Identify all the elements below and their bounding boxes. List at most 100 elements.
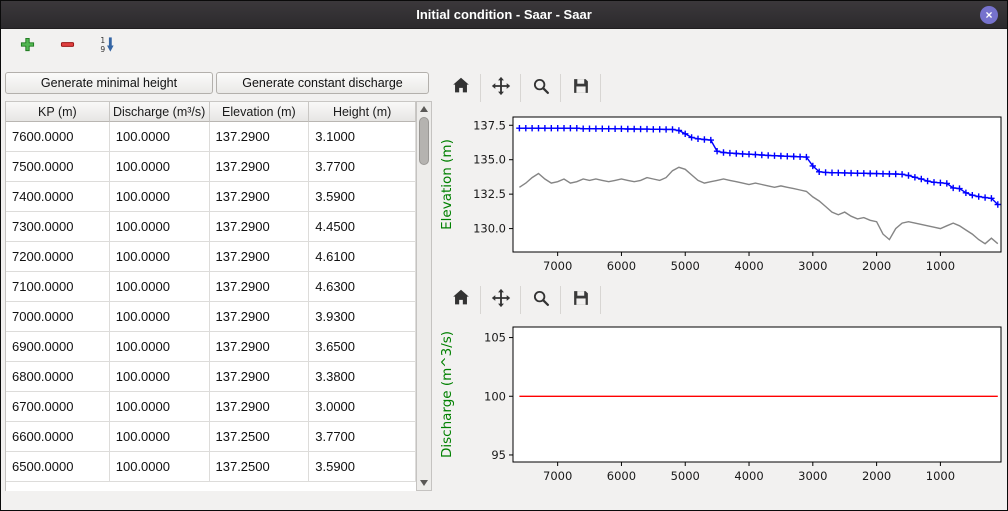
- svg-text:100: 100: [484, 389, 506, 403]
- header-cell[interactable]: KP (m): [6, 101, 110, 122]
- table-cell[interactable]: 100.0000: [110, 272, 210, 302]
- table-cell[interactable]: 137.2900: [210, 302, 310, 332]
- table-cell[interactable]: 4.6300: [309, 272, 416, 302]
- zoom-button[interactable]: [521, 74, 561, 102]
- svg-text:Elevation (m): Elevation (m): [439, 139, 455, 230]
- table-cell[interactable]: 100.0000: [110, 452, 210, 482]
- save-icon: [570, 75, 592, 102]
- table-row[interactable]: 6500.0000100.0000137.25003.5900: [6, 452, 416, 482]
- svg-text:95: 95: [491, 448, 506, 462]
- table-cell[interactable]: 6600.0000: [6, 422, 110, 452]
- table-cell[interactable]: 3.7700: [309, 152, 416, 182]
- table-cell[interactable]: 3.3800: [309, 362, 416, 392]
- table-cell[interactable]: 7300.0000: [6, 212, 110, 242]
- scroll-down-arrow-icon[interactable]: [420, 480, 428, 486]
- elevation-chart[interactable]: 7000600050004000300020001000130.0132.513…: [437, 105, 1005, 283]
- table-cell[interactable]: 137.2900: [210, 272, 310, 302]
- table-cell[interactable]: 137.2500: [210, 422, 310, 452]
- table-row[interactable]: 7000.0000100.0000137.29003.9300: [6, 302, 416, 332]
- table-cell[interactable]: 3.1000: [309, 122, 416, 152]
- table-cell[interactable]: 100.0000: [110, 242, 210, 272]
- table-cell[interactable]: 4.6100: [309, 242, 416, 272]
- pan-icon: [490, 287, 512, 314]
- home-button[interactable]: [441, 74, 481, 102]
- table-cell[interactable]: 3.9300: [309, 302, 416, 332]
- table-cell[interactable]: 100.0000: [110, 422, 210, 452]
- table-cell[interactable]: 137.2500: [210, 452, 310, 482]
- scroll-up-arrow-icon[interactable]: [420, 106, 428, 112]
- generate-minimal-height-button[interactable]: Generate minimal height: [5, 72, 213, 94]
- table-cell[interactable]: 100.0000: [110, 212, 210, 242]
- table-row[interactable]: 6700.0000100.0000137.29003.0000: [6, 392, 416, 422]
- table-cell[interactable]: 137.2900: [210, 362, 310, 392]
- table-cell[interactable]: 137.2900: [210, 392, 310, 422]
- pan-button[interactable]: [481, 74, 521, 102]
- table-row[interactable]: 7500.0000100.0000137.29003.7700: [6, 152, 416, 182]
- table-cell[interactable]: 6700.0000: [6, 392, 110, 422]
- table-cell[interactable]: 137.2900: [210, 212, 310, 242]
- zoom-button[interactable]: [521, 286, 561, 314]
- save-button[interactable]: [561, 286, 601, 314]
- pan-button[interactable]: [481, 286, 521, 314]
- table-cell[interactable]: 100.0000: [110, 122, 210, 152]
- sort-button[interactable]: 1 9: [95, 35, 119, 59]
- table-cell[interactable]: 7600.0000: [6, 122, 110, 152]
- table-cell[interactable]: 137.2900: [210, 122, 310, 152]
- svg-text:1: 1: [100, 36, 105, 45]
- table-cell[interactable]: 6900.0000: [6, 332, 110, 362]
- svg-text:135.0: 135.0: [473, 153, 506, 167]
- close-button[interactable]: ×: [980, 6, 998, 24]
- svg-text:7000: 7000: [543, 259, 572, 273]
- table-row[interactable]: 7600.0000100.0000137.29003.1000: [6, 122, 416, 152]
- table-cell[interactable]: 137.2900: [210, 182, 310, 212]
- table-row[interactable]: 6800.0000100.0000137.29003.3800: [6, 362, 416, 392]
- table-cell[interactable]: 137.2900: [210, 242, 310, 272]
- header-cell[interactable]: Elevation (m): [210, 101, 310, 122]
- table-cell[interactable]: 100.0000: [110, 332, 210, 362]
- table-row[interactable]: 6900.0000100.0000137.29003.6500: [6, 332, 416, 362]
- table-row[interactable]: 7300.0000100.0000137.29004.4500: [6, 212, 416, 242]
- vertical-scrollbar[interactable]: [416, 101, 432, 491]
- header-cell[interactable]: Discharge (m³/s): [110, 101, 210, 122]
- table-row[interactable]: 7400.0000100.0000137.29003.5900: [6, 182, 416, 212]
- table-cell[interactable]: 100.0000: [110, 152, 210, 182]
- table-cell[interactable]: 7500.0000: [6, 152, 110, 182]
- table-cell[interactable]: 6500.0000: [6, 452, 110, 482]
- svg-text:132.5: 132.5: [473, 187, 506, 201]
- table-cell[interactable]: 7400.0000: [6, 182, 110, 212]
- pan-icon: [490, 75, 512, 102]
- table-cell[interactable]: 7100.0000: [6, 272, 110, 302]
- table-cell[interactable]: 4.4500: [309, 212, 416, 242]
- table-cell[interactable]: 137.2900: [210, 332, 310, 362]
- table-cell[interactable]: 100.0000: [110, 392, 210, 422]
- table-cell[interactable]: 100.0000: [110, 182, 210, 212]
- svg-text:105: 105: [484, 331, 506, 345]
- table-cell[interactable]: 3.7700: [309, 422, 416, 452]
- svg-text:1000: 1000: [926, 259, 955, 273]
- table-row[interactable]: 7100.0000100.0000137.29004.6300: [6, 272, 416, 302]
- scrollbar-thumb[interactable]: [419, 117, 429, 165]
- svg-text:5000: 5000: [671, 469, 700, 483]
- table-cell[interactable]: 3.5900: [309, 452, 416, 482]
- table-row[interactable]: 7200.0000100.0000137.29004.6100: [6, 242, 416, 272]
- sort-ascending-icon: 1 9: [99, 36, 116, 58]
- window-title: Initial condition - Saar - Saar: [416, 7, 592, 22]
- remove-row-button[interactable]: [55, 35, 79, 59]
- table-cell[interactable]: 3.5900: [309, 182, 416, 212]
- table-cell[interactable]: 7000.0000: [6, 302, 110, 332]
- header-cell[interactable]: Height (m): [309, 101, 416, 122]
- svg-text:7000: 7000: [543, 469, 572, 483]
- save-button[interactable]: [561, 74, 601, 102]
- table-cell[interactable]: 100.0000: [110, 362, 210, 392]
- discharge-chart[interactable]: 700060005000400030002000100095100105Disc…: [437, 315, 1005, 495]
- add-row-button[interactable]: [15, 35, 39, 59]
- table-cell[interactable]: 137.2900: [210, 152, 310, 182]
- table-cell[interactable]: 100.0000: [110, 302, 210, 332]
- generate-constant-discharge-button[interactable]: Generate constant discharge: [216, 72, 429, 94]
- table-row[interactable]: 6600.0000100.0000137.25003.7700: [6, 422, 416, 452]
- table-cell[interactable]: 6800.0000: [6, 362, 110, 392]
- table-cell[interactable]: 3.0000: [309, 392, 416, 422]
- home-button[interactable]: [441, 286, 481, 314]
- table-cell[interactable]: 3.6500: [309, 332, 416, 362]
- table-cell[interactable]: 7200.0000: [6, 242, 110, 272]
